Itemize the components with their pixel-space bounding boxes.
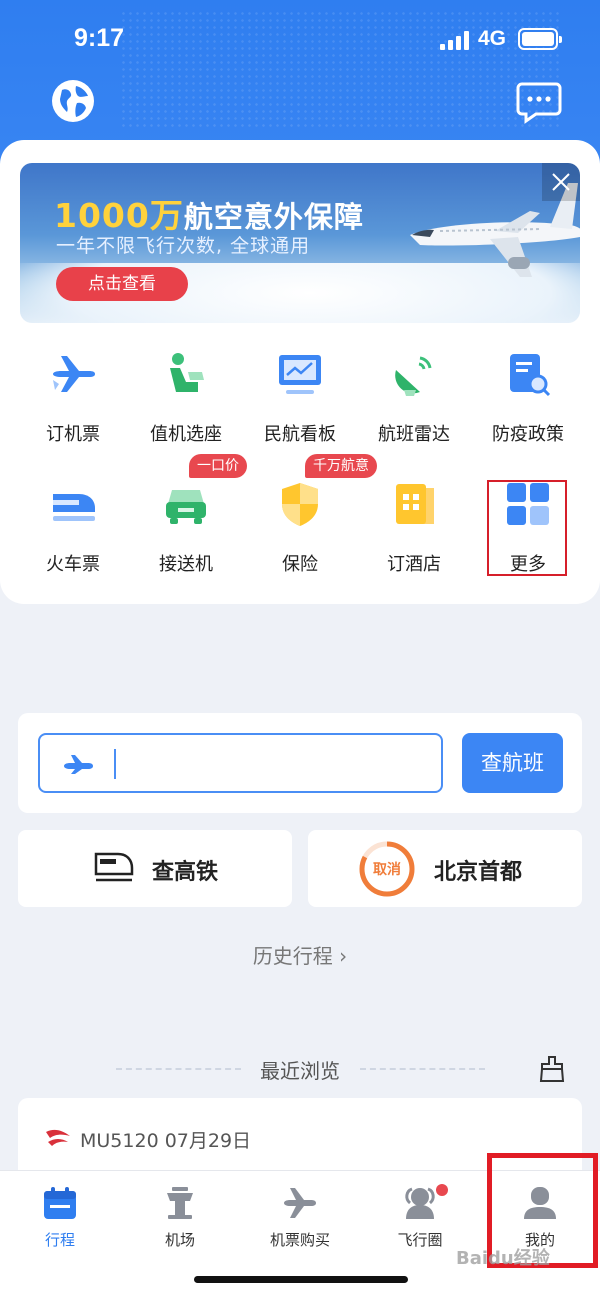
highlight-box-more	[487, 480, 567, 576]
message-icon[interactable]	[516, 80, 562, 124]
flight-search-card: 查航班	[18, 713, 582, 813]
tab-buy-tickets[interactable]: 机票购买	[240, 1183, 360, 1257]
service-label: 接送机	[159, 554, 213, 575]
service-label: 火车票	[46, 554, 100, 575]
service-flight-tickets[interactable]: 订机票	[18, 350, 128, 450]
recent-flight: MU5120 07月29日	[80, 1130, 252, 1152]
banner-title: 1000万航空意外保障	[54, 196, 364, 235]
airport-name: 北京首都	[434, 860, 523, 885]
banner-view-button[interactable]: 点击查看	[56, 267, 188, 301]
train-icon	[53, 494, 95, 521]
train-icon	[94, 852, 134, 882]
status-time: 9:17	[74, 24, 125, 52]
plane-icon	[53, 356, 95, 392]
china-eastern-logo-icon	[46, 1129, 70, 1146]
plane-icon	[64, 755, 93, 774]
community-icon	[405, 1187, 435, 1219]
search-flight-button[interactable]: 查航班	[462, 733, 563, 793]
divider	[360, 1068, 485, 1070]
close-icon	[552, 173, 570, 191]
promo-tag: 千万航意	[305, 454, 377, 478]
train-query-button[interactable]: 查高铁	[18, 830, 292, 907]
plane-icon	[284, 1188, 316, 1218]
tab-label: 行程	[44, 1231, 75, 1249]
dashboard-icon	[279, 355, 321, 394]
hotel-icon	[396, 484, 434, 524]
insurance-banner[interactable]: 1000万航空意外保障 一年不限飞行次数, 全球通用 点击查看	[20, 163, 580, 323]
flight-search-input[interactable]	[38, 733, 443, 793]
tab-label: 机票购买	[269, 1231, 330, 1249]
service-label: 防疫政策	[492, 424, 564, 445]
text-caret	[114, 749, 116, 779]
service-label: 航班雷达	[378, 424, 450, 445]
globe-icon[interactable]	[50, 78, 96, 124]
recent-header: 最近浏览	[0, 1055, 600, 1085]
tab-label: 机场	[164, 1231, 195, 1249]
price-tag: 一口价	[189, 454, 247, 478]
network-type: 4G	[478, 27, 507, 50]
train-query-label: 查高铁	[152, 860, 219, 885]
policy-doc-icon	[510, 354, 551, 397]
calendar-icon	[44, 1187, 76, 1219]
banner-subtitle: 一年不限飞行次数, 全球通用	[56, 235, 311, 257]
service-airport-transfer[interactable]: 一口价 接送机	[131, 454, 247, 580]
recent-title: 最近浏览	[260, 1059, 340, 1083]
status-bar: 9:17 4G	[0, 0, 600, 80]
tab-trips[interactable]: 行程	[0, 1183, 120, 1257]
history-trips-link[interactable]: 历史行程 ›	[0, 940, 600, 969]
radar-icon	[395, 356, 432, 396]
tab-airport[interactable]: 机场	[120, 1183, 240, 1257]
service-flight-radar[interactable]: 航班雷达	[359, 350, 469, 450]
service-label: 保险	[282, 554, 318, 575]
signal-icon	[440, 30, 470, 50]
seat-icon	[170, 353, 204, 392]
car-icon	[166, 490, 206, 524]
service-label: 值机选座	[150, 424, 222, 445]
notification-dot	[436, 1184, 448, 1196]
watermark: Baidu经验	[456, 1248, 550, 1269]
service-dashboard[interactable]: 民航看板	[245, 350, 355, 450]
service-train-tickets[interactable]: 火车票	[18, 480, 128, 580]
airport-tower-icon	[167, 1187, 193, 1219]
cancel-badge: 取消	[373, 862, 401, 878]
service-label: 民航看板	[264, 424, 336, 445]
clear-icon[interactable]	[538, 1055, 566, 1083]
service-label: 订酒店	[387, 554, 441, 575]
shield-icon	[282, 483, 318, 526]
service-insurance[interactable]: 千万航意 保险	[245, 454, 377, 580]
airport-status-button[interactable]: 取消 北京首都	[308, 830, 582, 907]
service-hotel[interactable]: 订酒店	[359, 480, 469, 580]
home-indicator	[194, 1276, 408, 1283]
banner-close-button[interactable]	[542, 163, 580, 201]
service-label: 订机票	[46, 424, 100, 445]
service-checkin[interactable]: 值机选座	[131, 350, 241, 450]
battery-icon	[518, 28, 562, 50]
service-epidemic-policy[interactable]: 防疫政策	[473, 350, 583, 450]
